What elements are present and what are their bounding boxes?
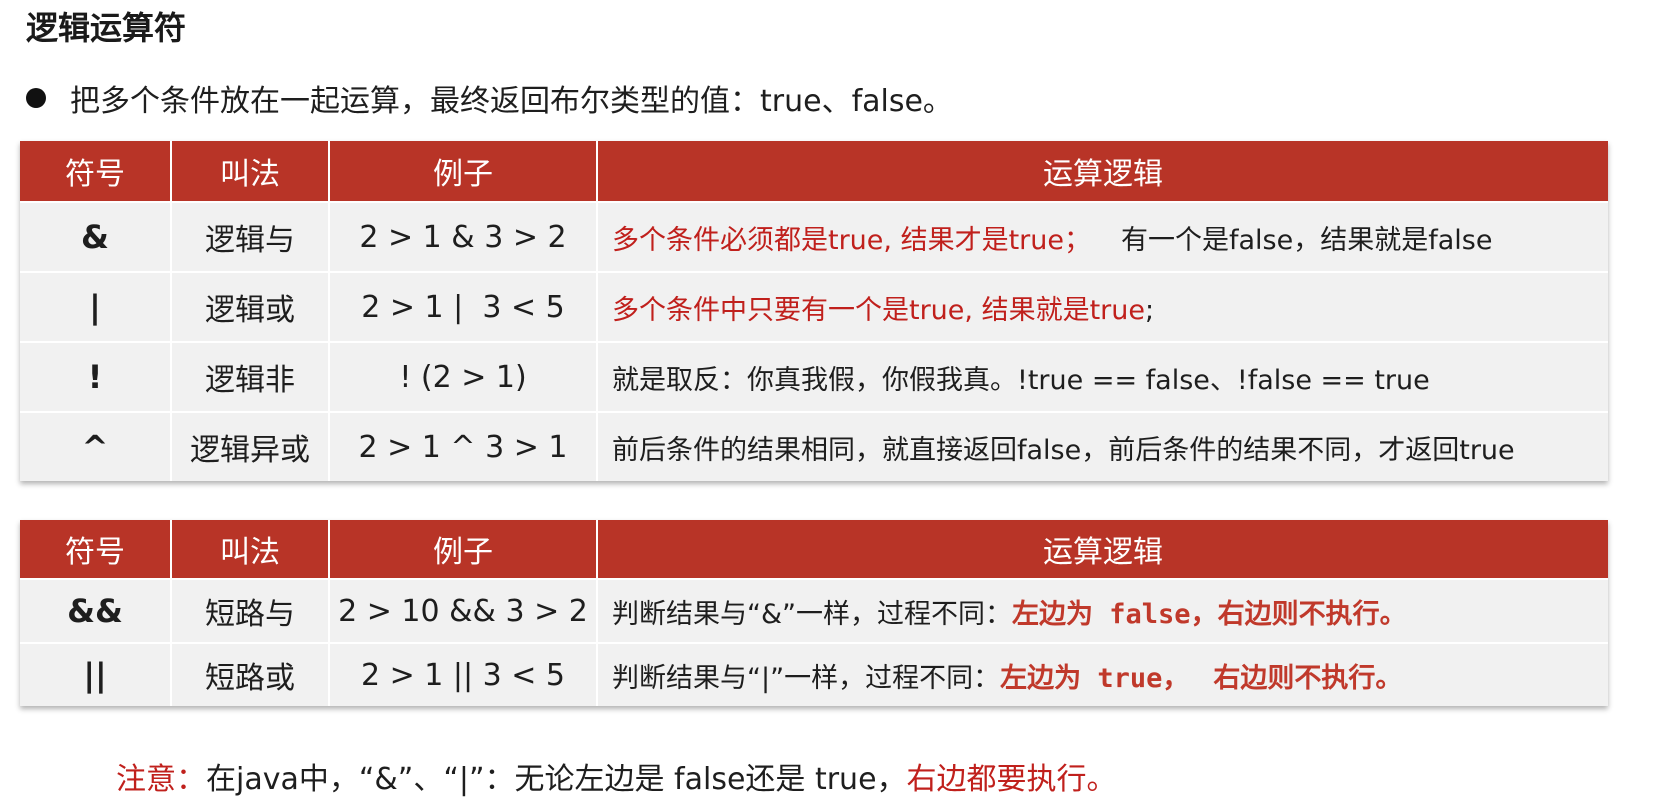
header-logic: 运算逻辑 xyxy=(597,520,1608,579)
row-name: 短路与 xyxy=(171,578,330,643)
header-example: 例子 xyxy=(329,141,598,202)
table-header-row: 符号 叫法 例子 运算逻辑 xyxy=(20,141,1608,202)
logical-operators-table: 符号 叫法 例子 运算逻辑 & 逻辑与 2 > 1 & 3 > 2 多个条件必须… xyxy=(20,141,1608,481)
row-logic: 多个条件必须都是true, 结果才是true； 有一个是false，结果就是fal… xyxy=(597,201,1608,272)
logic-code-text: true， xyxy=(1081,662,1190,694)
page-title: 逻辑运算符 xyxy=(26,9,187,47)
logic-plain-text: 前后条件的结果相同，就直接返回false，前后条件的结果不同，才返回true xyxy=(612,434,1515,466)
row-example: 2 > 1 || 3 < 5 xyxy=(329,642,598,706)
row-example: 2 > 1 | 3 < 5 xyxy=(329,271,598,342)
header-logic: 运算逻辑 xyxy=(597,141,1608,202)
row-logic: 多个条件中只要有一个是true, 结果就是true; xyxy=(597,271,1608,342)
row-logic: 判断结果与“|”一样，过程不同：左边为 true， 右边则不执行。 xyxy=(597,642,1608,706)
logic-bold-text: 右边则不执行。 xyxy=(1217,598,1407,630)
row-example: 2 > 10 && 3 > 2 xyxy=(329,578,598,643)
logic-bold-text: 左边为 xyxy=(1000,662,1082,694)
row-logic: 判断结果与“&”一样，过程不同：左边为 false，右边则不执行。 xyxy=(597,578,1608,643)
header-example: 例子 xyxy=(329,520,598,579)
note-text: 在java中，“&”、“|”：无论左边是 false还是 true， xyxy=(206,762,907,797)
note-emphasis: 右边都要执行。 xyxy=(906,762,1117,797)
row-symbol: & xyxy=(20,201,172,272)
row-logic: 就是取反：你真我假，你假我真。!true == false、!false == … xyxy=(597,341,1608,412)
logic-red-text: 多个条件必须都是true, 结果才是true； xyxy=(612,224,1091,256)
intro-text: 把多个条件放在一起运算，最终返回布尔类型的值：true、false。 xyxy=(70,84,953,119)
note: 注意：在java中，“&”、“|”：无论左边是 false还是 true，右边都… xyxy=(116,754,1117,797)
header-name: 叫法 xyxy=(171,520,330,579)
row-symbol: && xyxy=(20,578,172,643)
row-name: 逻辑非 xyxy=(171,341,330,412)
intro-bullet: 把多个条件放在一起运算，最终返回布尔类型的值：true、false。 xyxy=(26,76,953,120)
logic-plain-text: 判断结果与“|”一样，过程不同： xyxy=(612,662,1001,694)
row-logic: 前后条件的结果相同，就直接返回false，前后条件的结果不同，才返回true xyxy=(597,411,1608,481)
header-symbol: 符号 xyxy=(20,141,172,202)
row-example: 2 > 1 ^ 3 > 1 xyxy=(329,411,598,481)
row-symbol: || xyxy=(20,642,172,706)
row-symbol: ^ xyxy=(20,411,172,481)
logic-bold-text: 右边则不执行。 xyxy=(1213,662,1403,694)
row-name: 逻辑异或 xyxy=(171,411,330,481)
logic-plain-text: 判断结果与“&”一样，过程不同： xyxy=(612,598,1013,630)
table-row: ! 逻辑非 ! (2 > 1) 就是取反：你真我假，你假我真。!true == … xyxy=(20,341,1608,412)
logic-red-text: 多个条件中只要有一个是true, 结果就是true xyxy=(612,294,1145,326)
logic-plain-text: ; xyxy=(1145,294,1155,326)
note-label: 注意： xyxy=(116,762,206,797)
row-symbol: | xyxy=(20,271,172,342)
table-row: ^ 逻辑异或 2 > 1 ^ 3 > 1 前后条件的结果相同，就直接返回fals… xyxy=(20,411,1608,481)
header-name: 叫法 xyxy=(171,141,330,202)
logic-plain-text: 就是取反：你真我假，你假我真。!true == false、!false == … xyxy=(612,364,1430,396)
bullet-dot-icon xyxy=(26,88,46,108)
table-row: & 逻辑与 2 > 1 & 3 > 2 多个条件必须都是true, 结果才是tr… xyxy=(20,201,1608,272)
row-name: 逻辑与 xyxy=(171,201,330,272)
table-row: | 逻辑或 2 > 1 | 3 < 5 多个条件中只要有一个是true, 结果就… xyxy=(20,271,1608,342)
table-row: || 短路或 2 > 1 || 3 < 5 判断结果与“|”一样，过程不同：左边… xyxy=(20,642,1608,706)
table-row: && 短路与 2 > 10 && 3 > 2 判断结果与“&”一样，过程不同：左… xyxy=(20,578,1608,643)
row-symbol: ! xyxy=(20,341,172,412)
logic-bold-text: 左边为 xyxy=(1012,598,1094,630)
short-circuit-operators-table: 符号 叫法 例子 运算逻辑 && 短路与 2 > 10 && 3 > 2 判断结… xyxy=(20,520,1608,706)
row-name: 逻辑或 xyxy=(171,271,330,342)
header-symbol: 符号 xyxy=(20,520,172,579)
row-example: 2 > 1 & 3 > 2 xyxy=(329,201,598,272)
logic-code-text: false， xyxy=(1093,598,1218,630)
row-example: ! (2 > 1) xyxy=(329,341,598,412)
row-name: 短路或 xyxy=(171,642,330,706)
table-header-row: 符号 叫法 例子 运算逻辑 xyxy=(20,520,1608,579)
logic-plain-text: 有一个是false，结果就是false xyxy=(1121,224,1493,256)
